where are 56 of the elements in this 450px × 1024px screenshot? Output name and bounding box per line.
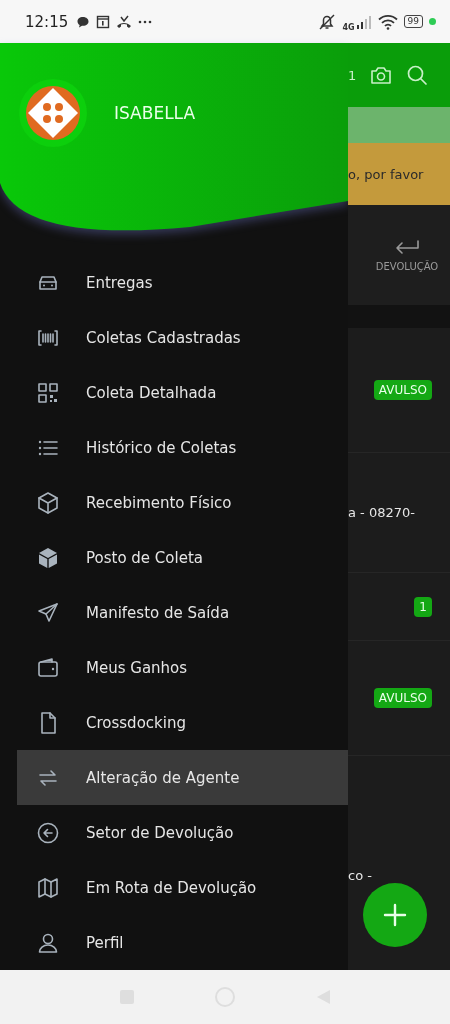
add-button[interactable] [363,883,427,947]
badge: AVULSO [373,688,432,708]
menu-item[interactable]: Meus Ganhos [0,640,348,695]
address-text: co - [348,868,372,883]
calendar-icon [96,14,111,29]
wallet-icon [36,655,60,680]
wifi-icon [377,13,398,30]
chat-icon [76,14,91,29]
menu-label: Perfil [86,933,124,952]
search-icon[interactable] [406,64,429,86]
avatar [18,78,88,148]
missed-call-icon [116,14,133,29]
qr-code-icon [36,380,60,405]
menu-item[interactable]: Coletas Cadastradas [0,310,348,365]
menu-item[interactable]: Histórico de Coletas [0,420,348,475]
menu-label: Coleta Detalhada [86,383,217,402]
menu-item[interactable]: Entregas [0,255,348,310]
menu-item[interactable]: Recebimento Físico [0,475,348,530]
menu-label: Alteração de Agente [86,768,240,787]
badge: AVULSO [373,380,432,400]
cube-icon [36,490,60,515]
menu-label: Manifesto de Saída [86,603,230,622]
menu-label: Posto de Coleta [86,548,203,567]
menu-label: Coletas Cadastradas [86,328,241,347]
address-text: a - 08270- [348,505,415,520]
menu-label: Recebimento Físico [86,493,232,512]
menu-label: Em Rota de Devolução [86,878,257,897]
toolbar-text: 1 [348,67,357,83]
send-icon [36,600,60,625]
muted-bell-icon [318,12,337,31]
menu-label: Histórico de Coletas [86,438,237,457]
menu-item[interactable]: Coleta Detalhada [0,365,348,420]
menu-item[interactable]: Manifesto de Saída [0,585,348,640]
status-dot [429,18,436,25]
map-icon [36,875,60,900]
tab-label: DEVOLUÇÃO [375,260,439,272]
battery-level: 99 [403,15,423,28]
menu-item[interactable]: Alteração de Agente [17,750,348,805]
cube-icon [36,545,60,570]
network-type: 4G [342,23,355,32]
menu-label: Crossdocking [86,713,186,732]
menu-label: Setor de Devolução [86,823,234,842]
status-time: 12:15 [25,12,69,31]
menu-item[interactable]: Setor de Devolução [0,805,348,860]
badge: 1 [414,596,432,617]
menu-item[interactable]: Em Rota de Devolução [0,860,348,915]
return-icon [394,238,420,255]
menu-label: Entregas [86,273,153,292]
user-name: ISABELLA [114,103,196,123]
signal-icon [355,14,372,29]
banner-text: o, por favor [348,166,424,182]
menu-item[interactable]: Crossdocking [0,695,348,750]
menu-label: Meus Ganhos [86,658,188,677]
menu-item[interactable]: Posto de Coleta [0,530,348,585]
menu-item[interactable]: Perfil [0,915,348,970]
camera-icon[interactable] [370,65,393,85]
